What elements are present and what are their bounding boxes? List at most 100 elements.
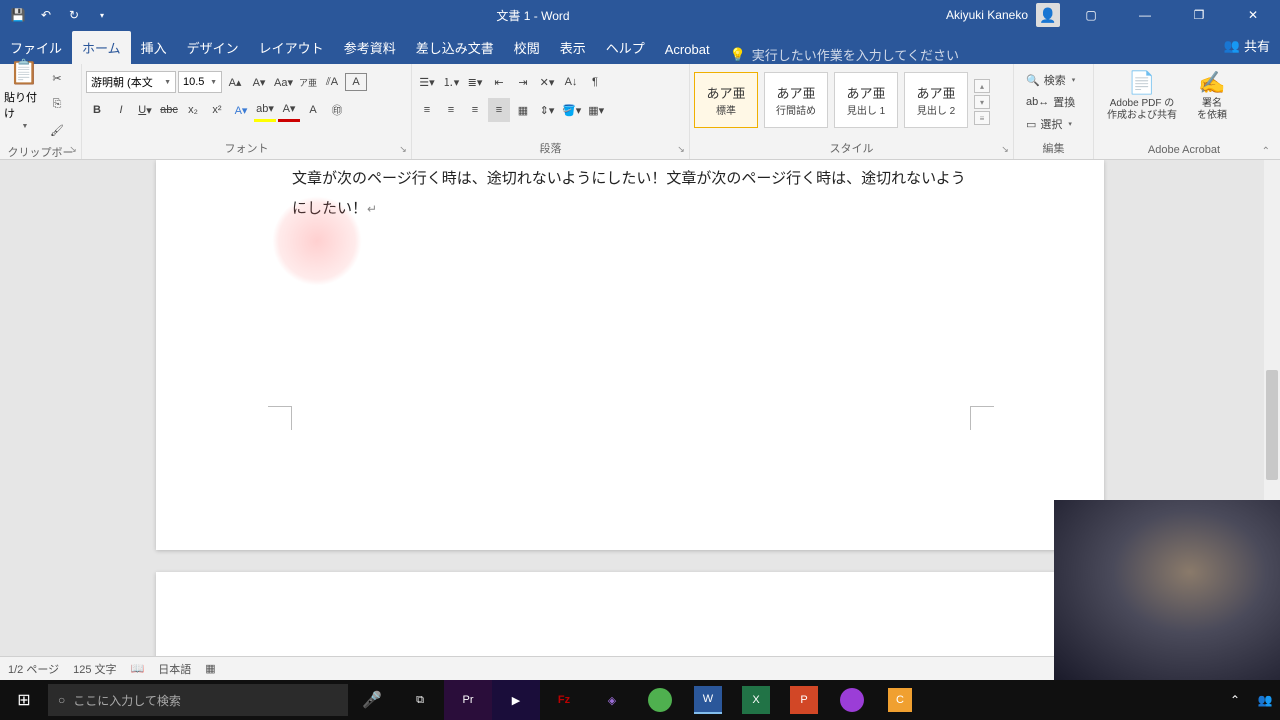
style-heading2[interactable]: あア亜 見出し 2: [904, 72, 968, 128]
grow-font-icon[interactable]: A▴: [224, 70, 246, 94]
taskbar-search[interactable]: ○ ここに入力して検索: [48, 684, 348, 716]
page-2[interactable]: 文章が次のページ行く時は、途切れないようにしたい！文章が次のページ行く時は、途切…: [156, 572, 1104, 656]
minimize-button[interactable]: —: [1122, 0, 1168, 30]
show-marks-icon[interactable]: ¶: [584, 70, 606, 94]
styles-expand-icon[interactable]: ≡: [974, 111, 990, 125]
italic-button[interactable]: I: [110, 98, 132, 122]
taskbar-app-media-encoder[interactable]: ▶: [492, 680, 540, 720]
justify-icon[interactable]: ≡: [488, 98, 510, 122]
font-name-combo[interactable]: 游明朝 (本文 ▼: [86, 71, 176, 93]
scrollbar-thumb[interactable]: [1266, 370, 1278, 480]
taskbar-app-premiere[interactable]: Pr: [444, 680, 492, 720]
undo-icon[interactable]: ↶: [34, 3, 58, 27]
asian-layout-icon[interactable]: ✕▾: [536, 70, 558, 94]
shrink-font-icon[interactable]: A▾: [248, 70, 270, 94]
shading-icon[interactable]: 🪣▾: [560, 98, 583, 122]
redo-icon[interactable]: ↻: [62, 3, 86, 27]
user-avatar-icon[interactable]: 👤: [1036, 3, 1060, 27]
save-icon[interactable]: 💾: [6, 3, 30, 27]
page-1[interactable]: 文章が次のページ行く時は、途切れないようにしたい！文章が次のページ行く時は、途切…: [156, 160, 1104, 550]
replace-button[interactable]: ab↔置換: [1024, 92, 1077, 112]
find-button[interactable]: 🔍検索▾: [1024, 70, 1077, 90]
styles-scroll[interactable]: ▴ ▾ ≡: [974, 72, 990, 132]
tab-help[interactable]: ヘルプ: [596, 31, 655, 64]
font-size-combo[interactable]: 10.5 ▼: [178, 71, 222, 93]
taskbar-app-excel[interactable]: X: [732, 680, 780, 720]
taskbar-app-camtasia[interactable]: C: [876, 680, 924, 720]
strikethrough-button[interactable]: abc: [158, 98, 180, 122]
multilevel-list-icon[interactable]: ≣▾: [464, 70, 486, 94]
request-signature-button[interactable]: ✍ 署名 を依頼: [1188, 70, 1236, 122]
font-dialog-launcher[interactable]: ↘: [397, 143, 409, 155]
taskbar-app-visual-studio[interactable]: ◈: [588, 680, 636, 720]
tab-layout[interactable]: レイアウト: [249, 31, 334, 64]
user-name[interactable]: Akiyuki Kaneko: [946, 8, 1028, 22]
line-spacing-icon[interactable]: ⇕▾: [536, 98, 558, 122]
tab-design[interactable]: デザイン: [177, 31, 249, 64]
macro-icon[interactable]: ▦: [205, 662, 215, 675]
tab-acrobat[interactable]: Acrobat: [655, 35, 720, 64]
enclose-characters-icon[interactable]: A: [345, 73, 367, 91]
page-indicator[interactable]: 1/2 ページ: [8, 661, 59, 677]
change-case-icon[interactable]: Aa▾: [272, 70, 295, 94]
share-button[interactable]: 👥 共有: [1224, 36, 1270, 55]
borders-icon[interactable]: ▦▾: [585, 98, 607, 122]
phonetic-guide-icon[interactable]: ア亜: [297, 70, 319, 94]
numbering-icon[interactable]: ⒈▾: [440, 70, 462, 94]
taskbar-app-powerpoint[interactable]: P: [780, 680, 828, 720]
highlight-color-icon[interactable]: ab▾: [254, 98, 276, 122]
cut-icon[interactable]: ✂: [46, 66, 68, 90]
paste-button[interactable]: 📋 貼り付け ▼: [4, 66, 44, 122]
ribbon-display-options-icon[interactable]: ▢: [1068, 0, 1114, 30]
collapse-ribbon-icon[interactable]: ⌃: [1262, 146, 1270, 157]
paragraph-text[interactable]: 文章が次のページ行く時は、途切れないようにしたい！文章が次のページ行く時は、途切…: [292, 164, 978, 224]
spellcheck-icon[interactable]: 📖: [131, 662, 145, 675]
tab-references[interactable]: 参考資料: [334, 31, 406, 64]
word-count[interactable]: 125 文字: [73, 661, 116, 677]
paragraph-dialog-launcher[interactable]: ↘: [675, 143, 687, 155]
character-border-icon[interactable]: ㊞: [326, 98, 348, 122]
create-pdf-button[interactable]: 📄 Adobe PDF の 作成および共有: [1106, 70, 1178, 122]
copy-icon[interactable]: ⎘: [46, 92, 68, 116]
close-button[interactable]: ✕: [1230, 0, 1276, 30]
task-view-icon[interactable]: ⧉: [396, 680, 444, 720]
bold-button[interactable]: B: [86, 98, 108, 122]
superscript-button[interactable]: x²: [206, 98, 228, 122]
subscript-button[interactable]: x₂: [182, 98, 204, 122]
text-effects-icon[interactable]: A▾: [230, 98, 252, 122]
maximize-button[interactable]: ❐: [1176, 0, 1222, 30]
qat-customize-icon[interactable]: ▾: [90, 3, 114, 27]
scroll-down-icon[interactable]: ▾: [974, 95, 990, 109]
tray-expand-icon[interactable]: ⌃: [1220, 680, 1250, 720]
tab-insert[interactable]: 挿入: [131, 31, 177, 64]
style-heading1[interactable]: あア亜 見出し 1: [834, 72, 898, 128]
font-color-icon[interactable]: A▾: [278, 98, 300, 122]
bullets-icon[interactable]: ☰▾: [416, 70, 438, 94]
taskbar-app-filezilla[interactable]: Fz: [540, 680, 588, 720]
taskbar-app-chatwork[interactable]: [636, 680, 684, 720]
style-no-spacing[interactable]: あア亜 行間詰め: [764, 72, 828, 128]
tell-me-search[interactable]: 💡 実行したい作業を入力してください: [720, 45, 969, 64]
select-button[interactable]: ▭選択▾: [1024, 114, 1077, 134]
align-left-icon[interactable]: ≡: [416, 98, 438, 122]
clear-formatting-icon[interactable]: ⫽A: [321, 70, 343, 94]
clipboard-dialog-launcher[interactable]: ↘: [67, 143, 79, 155]
distributed-icon[interactable]: ▦: [512, 98, 534, 122]
taskbar-app-opera[interactable]: [828, 680, 876, 720]
styles-dialog-launcher[interactable]: ↘: [999, 143, 1011, 155]
format-painter-icon[interactable]: 🖌: [46, 118, 68, 142]
tab-review[interactable]: 校閲: [504, 31, 550, 64]
sort-icon[interactable]: A↓: [560, 70, 582, 94]
underline-button[interactable]: U▾: [134, 98, 156, 122]
character-shading-icon[interactable]: A: [302, 98, 324, 122]
start-button[interactable]: ⊞: [0, 680, 48, 720]
taskbar-app-word[interactable]: W: [684, 680, 732, 720]
language-indicator[interactable]: 日本語: [158, 661, 191, 677]
increase-indent-icon[interactable]: ⇥: [512, 70, 534, 94]
tray-people-icon[interactable]: 👥: [1250, 680, 1280, 720]
tab-home[interactable]: ホーム: [72, 31, 131, 64]
align-center-icon[interactable]: ≡: [440, 98, 462, 122]
tab-mailings[interactable]: 差し込み文書: [406, 31, 504, 64]
mic-icon[interactable]: 🎤: [348, 680, 396, 720]
decrease-indent-icon[interactable]: ⇤: [488, 70, 510, 94]
